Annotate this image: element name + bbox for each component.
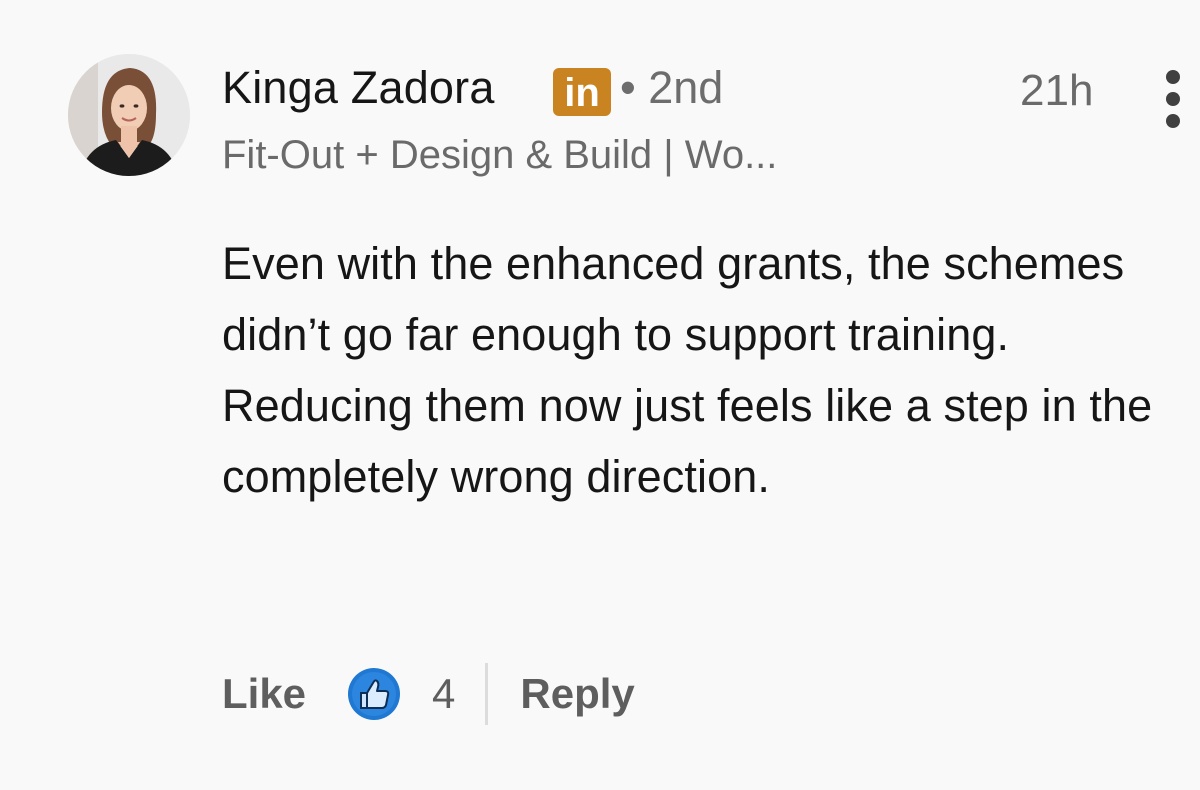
more-dot-icon xyxy=(1166,114,1180,128)
more-dot-icon xyxy=(1166,70,1180,84)
author-name[interactable]: Kinga Zadora xyxy=(222,62,495,114)
comment-card: Kinga Zadora in • 2nd Fit-Out + Design &… xyxy=(0,0,1200,790)
avatar[interactable] xyxy=(68,54,190,176)
avatar-portrait-icon xyxy=(68,54,190,176)
connection-degree: • 2nd xyxy=(620,62,724,113)
comment-body: Even with the enhanced grants, the schem… xyxy=(222,238,1153,502)
reaction-count[interactable]: 4 xyxy=(432,670,455,718)
more-options-button[interactable] xyxy=(1158,64,1188,134)
linkedin-badge-icon: in xyxy=(553,68,611,116)
more-dot-icon xyxy=(1166,92,1180,106)
reply-button[interactable]: Reply xyxy=(520,670,634,718)
like-button[interactable]: Like xyxy=(222,670,306,718)
comment-actions: Like 4 Reply xyxy=(222,662,635,726)
author-headline: Fit-Out + Design & Build | Wo... xyxy=(222,133,778,177)
thumbs-up-icon[interactable] xyxy=(346,666,402,722)
comment-timestamp: 21h xyxy=(1020,66,1094,115)
action-divider xyxy=(485,663,489,725)
